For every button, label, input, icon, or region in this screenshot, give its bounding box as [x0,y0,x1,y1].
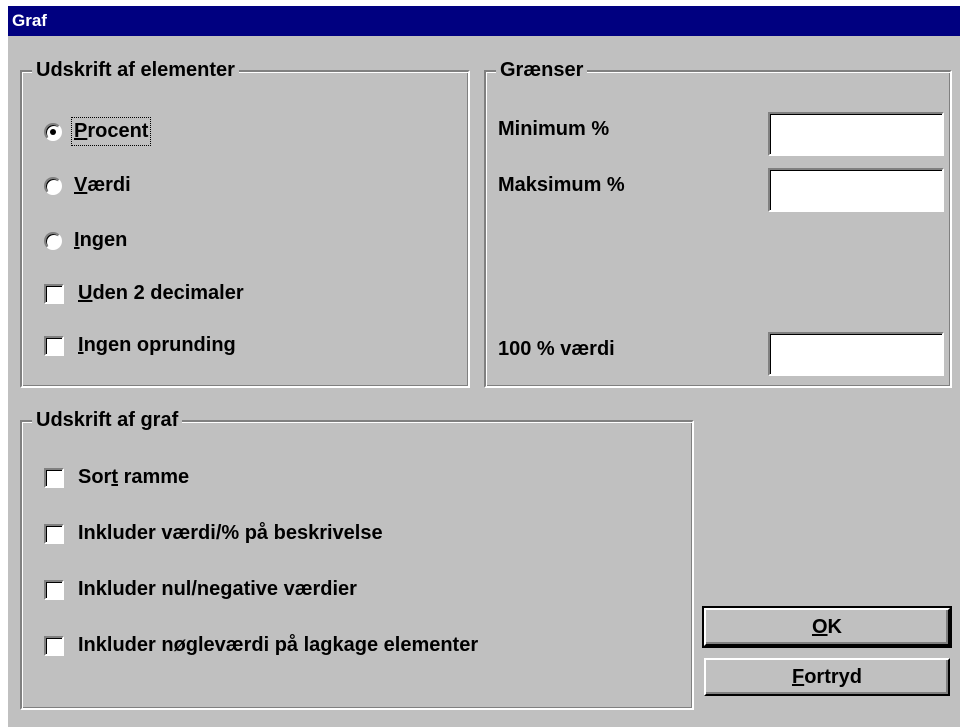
checkbox-inkluder-noeglevaerdi-box[interactable] [44,635,64,656]
ok-button[interactable]: OK [702,606,952,648]
checkbox-inkluder-noeglevaerdi-label: Inkluder nøgleværdi på lagkage elementer [78,634,479,656]
radio-ingen-indicator[interactable] [44,231,62,250]
radio-procent-indicator[interactable] [44,122,62,141]
radio-vaerdi-indicator[interactable] [44,176,62,195]
minimum-input[interactable] [768,112,944,156]
radio-ingen-label: Ingen [74,229,128,251]
checkbox-inkluder-nul-negative-label: Inkluder nul/negative værdier [78,578,357,600]
checkbox-inkluder-vaerdi-procent-box[interactable] [44,523,64,544]
checkbox-inkluder-nul-negative[interactable]: Inkluder nul/negative værdier [44,578,357,601]
maksimum-input[interactable] [768,168,944,212]
checkbox-inkluder-vaerdi-procent[interactable]: Inkluder værdi/% på beskrivelse [44,522,383,545]
radio-ingen[interactable]: Ingen [44,229,127,252]
radio-selected-dot [50,128,56,135]
checkbox-ingen-oprunding-box[interactable] [44,335,64,356]
elements-output-legend: Udskrift af elementer [32,58,239,82]
graf-dialog: Graf Udskrift af elementer Procent Værdi… [8,6,960,727]
radio-procent-label: Procent [70,117,152,146]
maksimum-label: Maksimum % [498,174,625,196]
graph-output-group: Udskrift af graf Sort ramme Inkluder vær… [20,408,694,710]
checkbox-uden-2-decimaler-box[interactable] [44,283,64,304]
checkbox-sort-ramme-box[interactable] [44,467,64,488]
checkbox-ingen-oprunding[interactable]: Ingen oprunding [44,334,236,357]
dialog-title: Graf [8,6,960,36]
checkbox-inkluder-nul-negative-box[interactable] [44,579,64,600]
minimum-label: Minimum % [498,118,610,140]
cancel-button[interactable]: Fortryd [704,658,950,696]
checkbox-sort-ramme[interactable]: Sort ramme [44,466,189,489]
radio-vaerdi-label: Værdi [74,174,131,196]
checkbox-uden-2-decimaler[interactable]: Uden 2 decimaler [44,282,244,305]
radio-procent[interactable]: Procent [44,117,152,146]
checkbox-sort-ramme-label: Sort ramme [78,466,190,488]
hundred-percent-label: 100 % værdi [498,338,615,360]
limits-group: Grænser Minimum % Maksimum % 100 % værdi [484,58,952,388]
graph-output-legend: Udskrift af graf [32,408,183,432]
elements-output-group: Udskrift af elementer Procent Værdi Inge… [20,58,470,388]
hundred-percent-input[interactable] [768,332,944,376]
checkbox-inkluder-noeglevaerdi[interactable]: Inkluder nøgleværdi på lagkage elementer [44,634,478,657]
limits-legend: Grænser [496,58,588,82]
checkbox-inkluder-vaerdi-procent-label: Inkluder værdi/% på beskrivelse [78,522,383,544]
checkbox-ingen-oprunding-label: Ingen oprunding [78,334,236,356]
checkbox-uden-2-decimaler-label: Uden 2 decimaler [78,282,244,304]
radio-vaerdi[interactable]: Værdi [44,174,131,197]
